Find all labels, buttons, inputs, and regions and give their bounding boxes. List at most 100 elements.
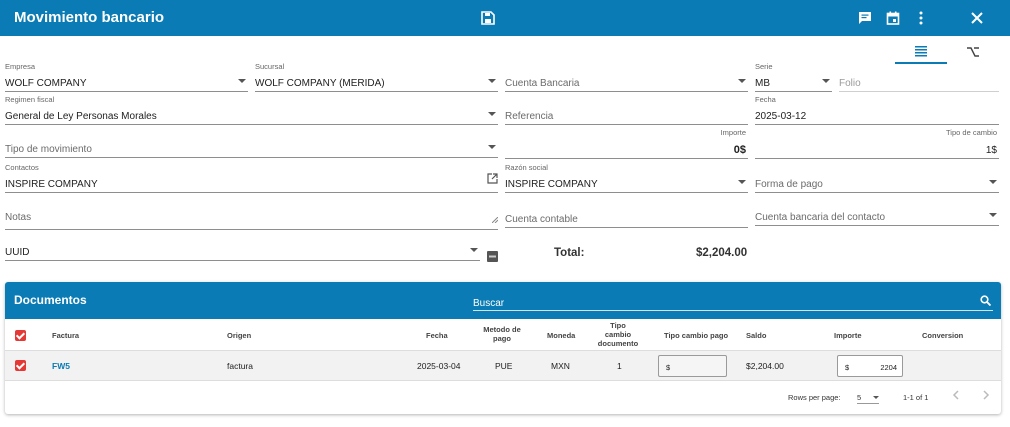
rows-per-page-select[interactable]: 5: [857, 389, 879, 404]
importe-field[interactable]: Importe 0$: [505, 128, 748, 159]
factura-link[interactable]: FW5: [52, 361, 70, 371]
col-conversion[interactable]: Conversion: [922, 331, 963, 340]
folio-placeholder: Folio: [839, 78, 861, 89]
importe-input[interactable]: $ 2204: [837, 355, 903, 377]
referencia-placeholder: Referencia: [505, 111, 554, 122]
tipo-movimiento-select[interactable]: Tipo de movimiento: [5, 134, 498, 158]
open-in-new-icon[interactable]: [487, 171, 498, 189]
serie-label: Serie: [755, 62, 773, 71]
save-icon[interactable]: [478, 8, 498, 28]
contactos-value: INSPIRE COMPANY: [5, 179, 98, 190]
documentos-title: Documentos: [14, 293, 87, 307]
importe-input-value: 2204: [880, 363, 897, 372]
notas-placeholder: Notas: [5, 212, 32, 223]
notas-textarea[interactable]: Notas: [5, 206, 499, 230]
importe-label: Importe: [720, 128, 746, 137]
empresa-label: Empresa: [5, 62, 36, 71]
col-factura[interactable]: Factura: [52, 331, 79, 340]
close-icon[interactable]: [967, 8, 987, 28]
col-saldo[interactable]: Saldo: [746, 331, 766, 340]
tipo-cambio-field[interactable]: Tipo de cambio 1$: [755, 128, 999, 159]
regimen-fiscal-select[interactable]: Regimen fiscal General de Ley Personas M…: [5, 95, 498, 125]
documentos-search-input[interactable]: Buscar: [473, 293, 993, 311]
rows-per-page-value: 5: [857, 393, 862, 402]
documentos-header: Documentos Buscar: [5, 282, 1001, 319]
option-key-icon[interactable]: [947, 40, 999, 64]
table-pagination: Rows per page: 5 1-1 of 1: [5, 381, 1001, 414]
tipo-doc-cell: 1: [617, 361, 622, 371]
contactos-field[interactable]: Contactos INSPIRE COMPANY: [5, 163, 498, 193]
rows-per-page-label: Rows per page:: [788, 393, 841, 402]
importe-value: 0$: [733, 144, 746, 156]
cuenta-bancaria-placeholder: Cuenta Bancaria: [505, 78, 580, 89]
uuid-select[interactable]: UUID: [5, 237, 480, 261]
tipo-cambio-pago-input[interactable]: $: [658, 355, 727, 377]
more-vert-icon[interactable]: [911, 8, 931, 28]
serie-select[interactable]: Serie MB: [755, 62, 832, 92]
contactos-label: Contactos: [5, 163, 39, 172]
chevron-down-icon: [488, 145, 496, 149]
chevron-down-icon: [738, 79, 746, 83]
chevron-down-icon: [873, 396, 879, 399]
next-page-icon[interactable]: [982, 390, 990, 402]
sucursal-select[interactable]: Sucursal WOLF COMPANY (MERIDA): [255, 62, 498, 92]
tipo-cambio-label: Tipo de cambio: [946, 128, 997, 137]
col-tipo-doc[interactable]: Tipo cambio documento: [596, 321, 640, 348]
chevron-down-icon: [738, 180, 746, 184]
fecha-cell: 2025-03-04: [417, 361, 461, 371]
col-tipo-pago[interactable]: Tipo cambio pago: [664, 331, 728, 340]
fecha-label: Fecha: [755, 95, 776, 104]
referencia-field[interactable]: Referencia: [505, 101, 748, 125]
cuenta-contable-placeholder: Cuenta contable: [505, 214, 578, 225]
comment-icon[interactable]: [855, 8, 875, 28]
sucursal-value: WOLF COMPANY (MERIDA): [255, 78, 385, 89]
col-fecha[interactable]: Fecha: [426, 331, 448, 340]
chevron-down-icon: [238, 79, 246, 83]
cuenta-contacto-select[interactable]: Cuenta bancaria del contacto: [755, 202, 999, 226]
razon-social-label: Razón social: [505, 163, 548, 172]
currency-prefix: $: [845, 363, 850, 372]
col-origen[interactable]: Origen: [227, 331, 251, 340]
resize-handle-icon[interactable]: [491, 210, 499, 228]
origen-cell: factura: [227, 361, 253, 371]
prev-page-icon[interactable]: [952, 390, 960, 402]
select-all-checkbox[interactable]: [15, 330, 26, 341]
uuid-value: UUID: [5, 247, 30, 258]
pagination-range: 1-1 of 1: [903, 393, 929, 402]
sucursal-label: Sucursal: [255, 62, 285, 71]
empresa-select[interactable]: Empresa WOLF COMPANY: [5, 62, 248, 92]
list-view-icon[interactable]: [895, 40, 947, 64]
cuenta-contacto-placeholder: Cuenta bancaria del contacto: [755, 212, 886, 223]
col-importe[interactable]: Importe: [834, 331, 862, 340]
saldo-cell: $2,204.00: [746, 361, 784, 371]
total-label: Total:: [554, 247, 585, 259]
page-title: Movimiento bancario: [14, 9, 165, 26]
row-checkbox[interactable]: [15, 360, 26, 371]
razon-social-select[interactable]: Razón social INSPIRE COMPANY: [505, 163, 748, 193]
currency-prefix: $: [666, 363, 671, 372]
xml-file-icon[interactable]: [487, 249, 498, 267]
search-icon[interactable]: [980, 293, 992, 311]
col-moneda[interactable]: Moneda: [547, 331, 575, 340]
fecha-value: 2025-03-12: [755, 111, 807, 122]
razon-social-value: INSPIRE COMPANY: [505, 179, 598, 190]
tipo-cambio-value: 1$: [985, 145, 997, 156]
calendar-icon[interactable]: [883, 8, 903, 28]
col-metodo[interactable]: Metodo de pago: [479, 325, 525, 343]
forma-pago-select[interactable]: Forma de pago: [755, 169, 999, 193]
chevron-down-icon: [989, 213, 997, 217]
chevron-down-icon: [488, 79, 496, 83]
chevron-down-icon: [822, 79, 830, 83]
documentos-table: Documentos Buscar Factura Origen Fecha M…: [5, 282, 1001, 414]
cuenta-bancaria-select[interactable]: Cuenta Bancaria: [505, 68, 748, 92]
regimen-label: Regimen fiscal: [5, 95, 55, 104]
chevron-down-icon: [488, 112, 496, 116]
table-row[interactable]: FW5 factura 2025-03-04 PUE MXN 1 $ $2,20…: [5, 351, 1001, 381]
tipo-movimiento-placeholder: Tipo de movimiento: [5, 144, 92, 155]
fecha-field[interactable]: Fecha 2025-03-12: [755, 95, 999, 125]
forma-pago-placeholder: Forma de pago: [755, 179, 823, 190]
search-placeholder: Buscar: [473, 298, 505, 309]
folio-field[interactable]: Folio: [839, 68, 999, 92]
metodo-cell: PUE: [495, 361, 513, 371]
cuenta-contable-field[interactable]: Cuenta contable: [505, 204, 748, 228]
